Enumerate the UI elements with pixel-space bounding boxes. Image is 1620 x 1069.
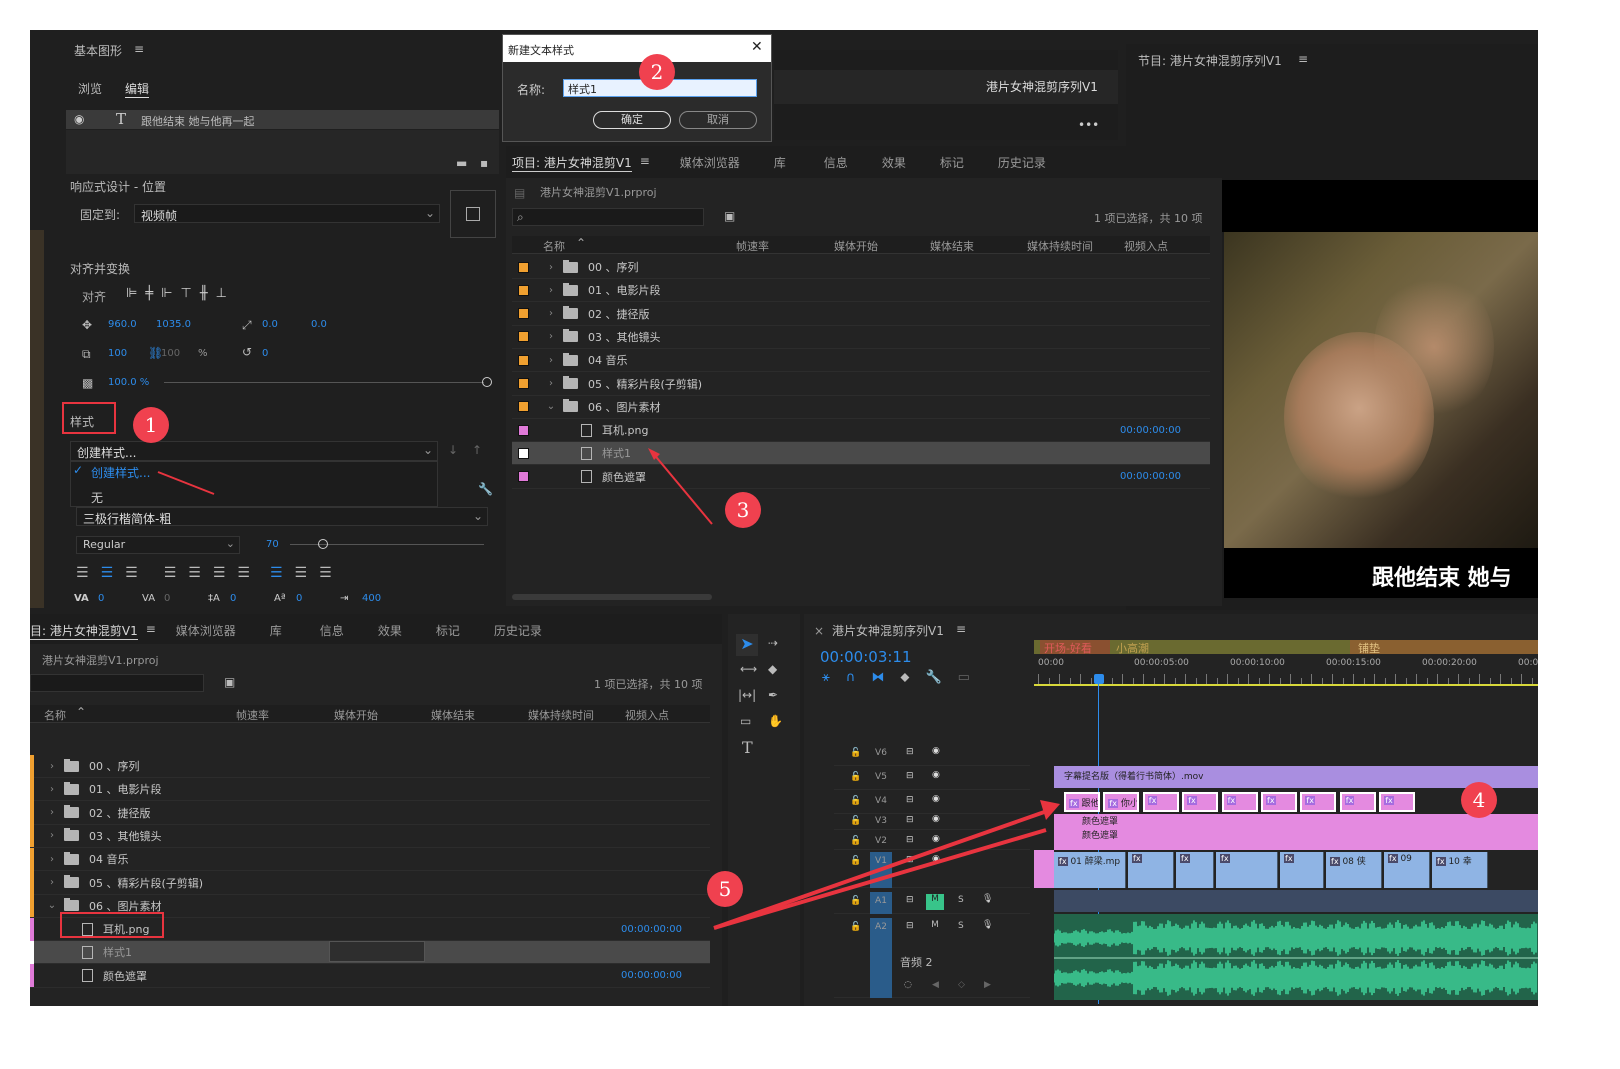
badge-3: 3: [725, 492, 761, 528]
badge-5: 5: [707, 871, 743, 907]
annotation-arrows: [157, 448, 1060, 930]
badge-2: 2: [639, 54, 675, 90]
premiere-workspace: 基本图形 ≡ 浏览 编辑 ◉ T 跟他结束 她与他再一起 ▬ ▪ 响应式设计 -…: [30, 30, 1538, 1006]
badge-1: 1: [133, 407, 169, 443]
badge-4: 4: [1461, 782, 1497, 818]
